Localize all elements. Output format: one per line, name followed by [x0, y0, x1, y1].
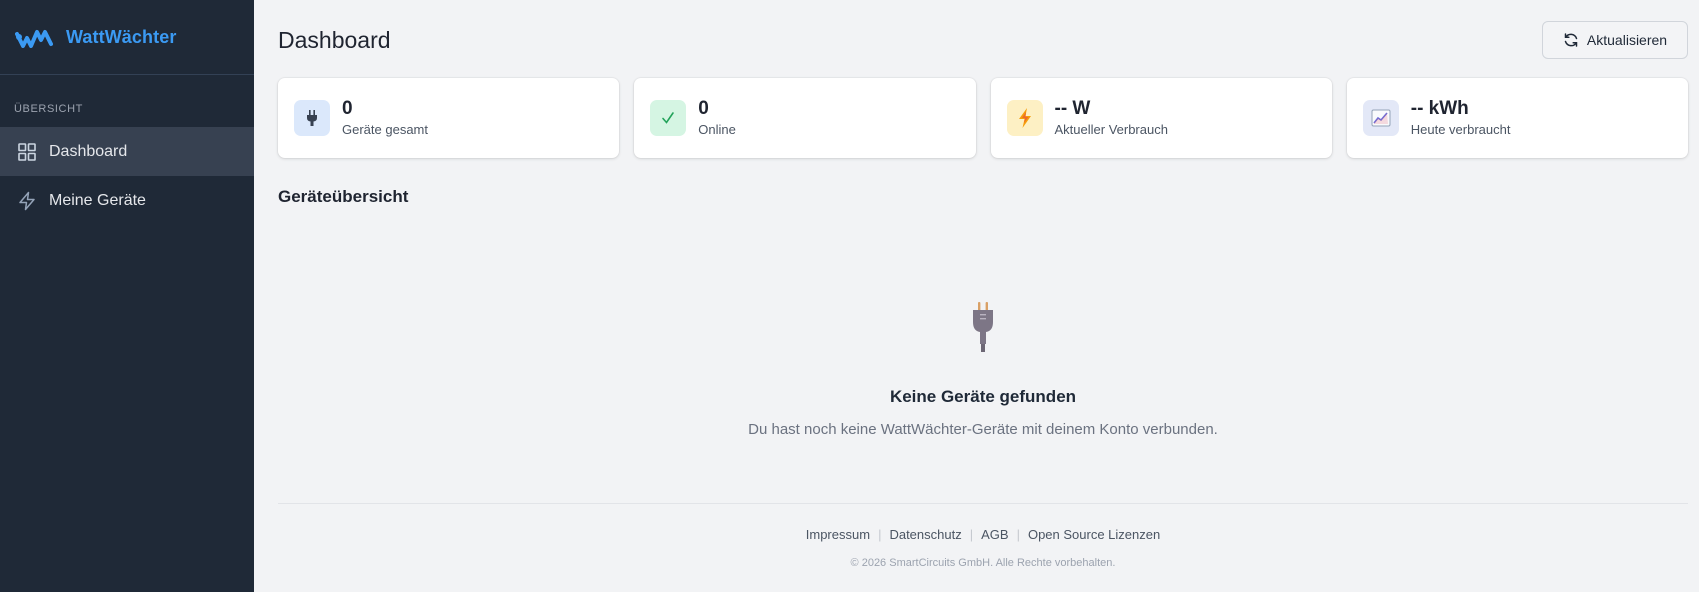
- refresh-label: Aktualisieren: [1586, 32, 1668, 48]
- bolt-outline-icon: [17, 191, 37, 211]
- sidebar-item-dashboard[interactable]: Dashboard: [0, 127, 254, 176]
- devices-empty-state: Keine Geräte gefunden Du hast noch keine…: [278, 300, 1688, 438]
- main-content: Dashboard Aktualisieren 0 Geräte gesamt: [254, 0, 1699, 592]
- stat-value: -- W: [1054, 98, 1091, 119]
- stat-value: 0: [698, 98, 709, 119]
- stat-label: Online: [698, 122, 736, 137]
- footer-separator: |: [969, 527, 974, 542]
- empty-state-title: Keine Geräte gefunden: [889, 387, 1077, 406]
- footer-link-impressum[interactable]: Impressum: [806, 527, 870, 542]
- stat-card-devices-total: 0 Geräte gesamt: [278, 78, 620, 158]
- footer-link-open-source-licenses[interactable]: Open Source Lizenzen: [1028, 527, 1160, 542]
- stat-card-online: 0 Online: [634, 78, 976, 158]
- footer-link-agb[interactable]: AGB: [981, 527, 1008, 542]
- sidebar-item-meine-geraete[interactable]: Meine Geräte: [0, 176, 254, 225]
- copyright: © 2026 SmartCircuits GmbH. Alle Rechte v…: [850, 557, 1116, 569]
- stat-value: -- kWh: [1410, 98, 1469, 119]
- empty-state-description: Du hast noch keine WattWächter-Geräte mi…: [748, 421, 1218, 438]
- stat-card-current-consumption: -- W Aktueller Verbrauch: [990, 78, 1332, 158]
- sidebar: WattWächter ÜBERSICHT Dashboard Meine Ge…: [0, 0, 254, 592]
- stats-row: 0 Geräte gesamt 0 Online -- W Aktueller …: [278, 78, 1688, 158]
- sidebar-item-label: Dashboard: [49, 142, 128, 160]
- wattwaechter-logo-icon: [15, 30, 53, 48]
- brand-name: WattWächter: [66, 26, 177, 47]
- sidebar-section-label: ÜBERSICHT: [14, 103, 83, 115]
- footer-separator: |: [878, 527, 882, 542]
- plug-icon: [294, 100, 330, 136]
- plug-icon: [973, 302, 993, 352]
- grid-icon: [17, 142, 37, 162]
- footer-link-datenschutz[interactable]: Datenschutz: [889, 527, 961, 542]
- check-icon: [650, 100, 687, 136]
- chart-icon: [1362, 100, 1399, 136]
- footer-links: Impressum | Datenschutz | AGB | Open Source Li…: [278, 527, 1688, 542]
- refresh-icon: [1564, 33, 1578, 47]
- page-title: Dashboard: [278, 26, 391, 53]
- stat-label: Geräte gesamt: [342, 122, 428, 137]
- sidebar-item-label: Meine Geräte: [49, 191, 146, 209]
- stat-card-today-consumption: -- kWh Heute verbraucht: [1346, 78, 1688, 158]
- stat-value: 0: [342, 98, 353, 119]
- stat-label: Heute verbraucht: [1410, 122, 1511, 137]
- devices-section-title: Geräteübersicht: [278, 187, 409, 206]
- footer: Impressum | Datenschutz | AGB | Open Source Li…: [278, 503, 1688, 569]
- topbar: Dashboard Aktualisieren: [278, 0, 1688, 78]
- brand[interactable]: WattWächter: [0, 0, 254, 75]
- lightning-icon: [1006, 100, 1043, 136]
- stat-label: Aktueller Verbrauch: [1054, 122, 1168, 137]
- refresh-button[interactable]: Aktualisieren: [1542, 21, 1688, 59]
- footer-separator: |: [1016, 527, 1020, 542]
